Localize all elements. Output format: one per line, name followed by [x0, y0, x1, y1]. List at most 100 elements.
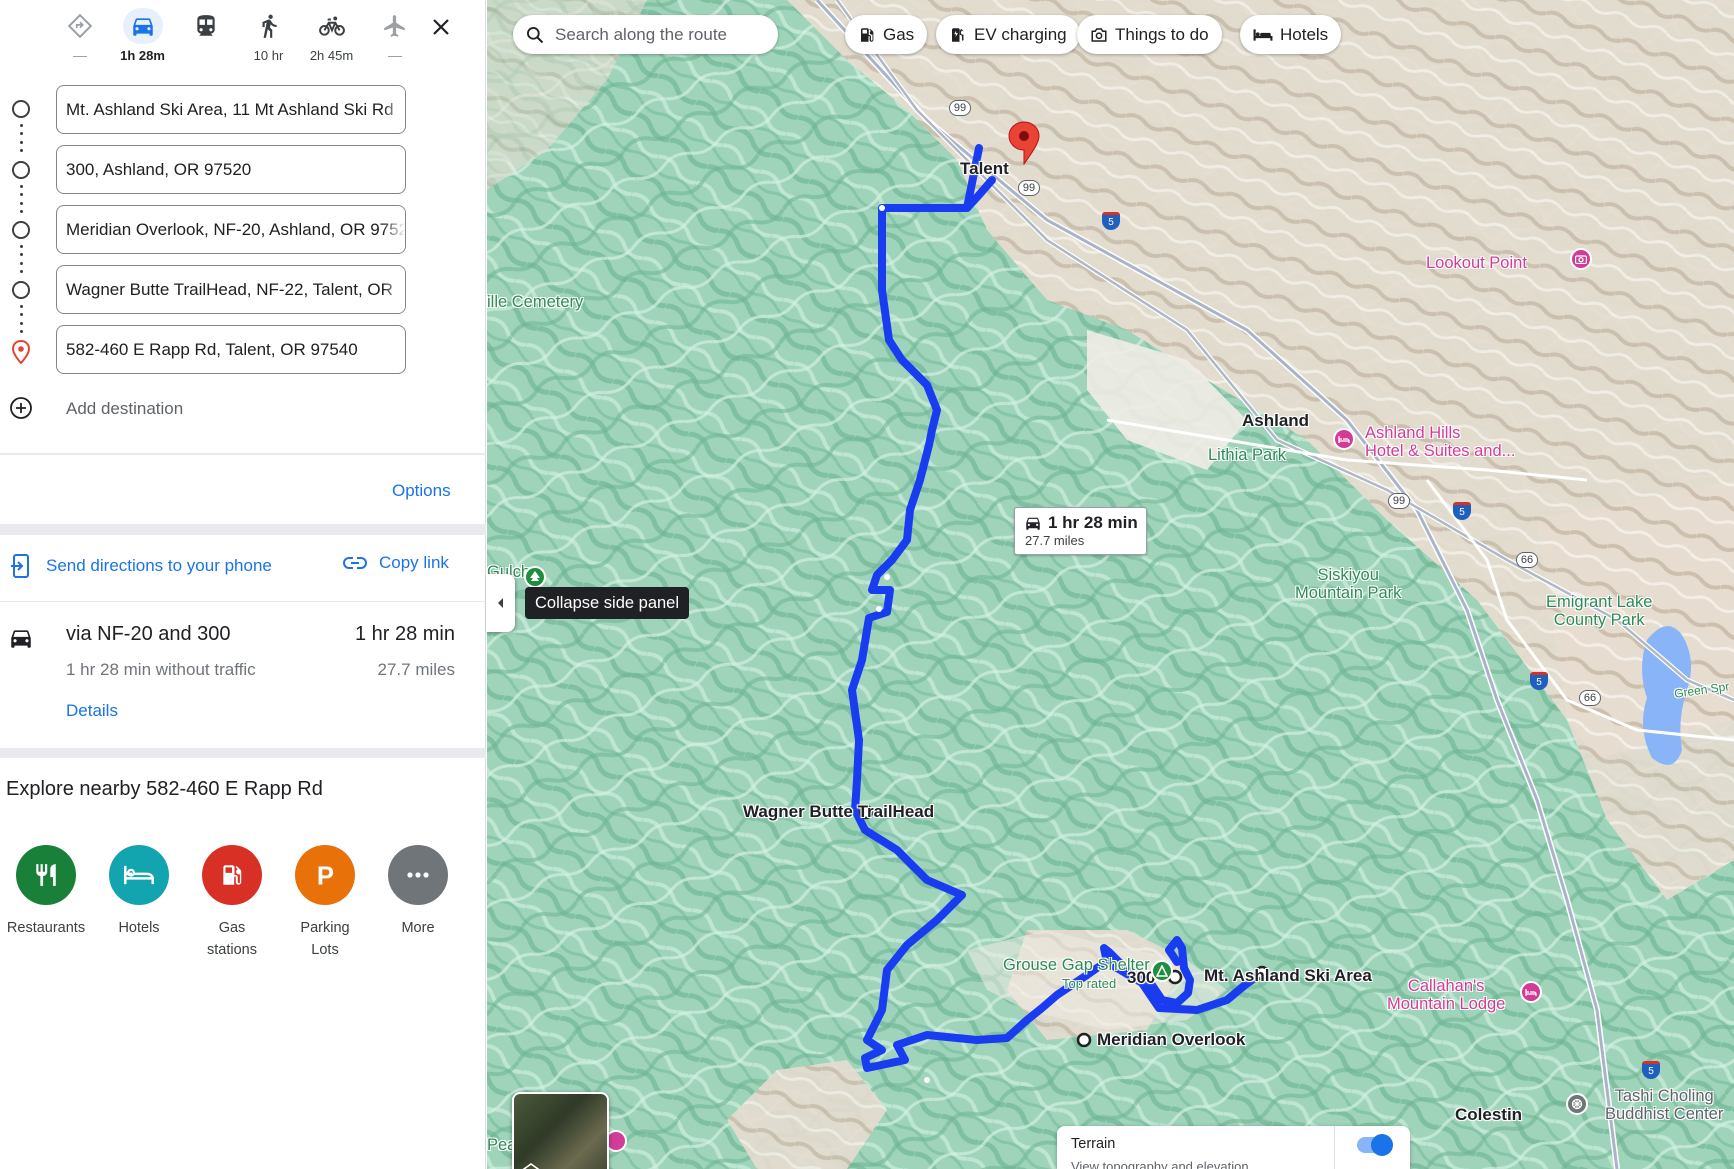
camera-icon — [1091, 27, 1107, 42]
destination-pin-icon — [11, 340, 31, 364]
category-hotels[interactable]: Hotels — [93, 845, 185, 939]
map-label-colestin[interactable]: Colestin — [1455, 1105, 1522, 1125]
hotel-icon[interactable] — [1333, 428, 1355, 450]
route-no-traffic: 1 hr 28 min without traffic — [66, 660, 256, 679]
search-along-route-input[interactable]: Search along the route — [513, 15, 778, 54]
interstate-5-shield: 5 — [1530, 672, 1548, 690]
chip-gas-label: Gas — [883, 24, 915, 44]
destination-input[interactable]: 582-460 E Rapp Rd, Talent, OR 97540 — [56, 325, 406, 374]
section-divider — [0, 748, 486, 758]
stop-2-input[interactable]: 300, Ashland, OR 97520 — [56, 145, 406, 194]
chip-hotels-label: Hotels — [1280, 24, 1329, 44]
interstate-5-shield: 5 — [1642, 1061, 1660, 1079]
map-label-ashland[interactable]: Ashland — [1242, 411, 1309, 431]
park-tree-icon[interactable] — [524, 566, 546, 588]
highway-99-shield: 99 — [1018, 180, 1040, 196]
category-more[interactable]: More — [372, 845, 464, 939]
copy-link-button[interactable]: Copy link — [343, 553, 449, 573]
search-placeholder: Search along the route — [555, 24, 728, 44]
poi-tashi-choling[interactable]: Tashi Choling Buddhist Center — [1605, 1087, 1723, 1123]
category-restaurants[interactable]: Restaurants — [0, 845, 92, 939]
driving-time: 1h 28m — [120, 48, 165, 63]
walking-time: 10 hr — [253, 48, 284, 63]
options-button[interactable]: Options — [392, 481, 451, 501]
chip-hotels[interactable]: Hotels — [1240, 15, 1342, 54]
mode-walking[interactable]: 10 hr — [237, 8, 300, 68]
map-label-wagner-butte[interactable]: Wagner Butte TrailHead — [743, 802, 934, 822]
terrain-toggle[interactable] — [1357, 1134, 1393, 1156]
directions-panel: 1h 28m 10 hr 2h 45m Mt. Ashland Ski Area… — [0, 0, 486, 1169]
stop-3-input[interactable]: Meridian Overlook, NF-20, Ashland, OR 97… — [56, 205, 406, 254]
walking-icon — [262, 14, 277, 38]
stop-4-input[interactable]: Wagner Butte TrailHead, NF-22, Talent, O… — [56, 265, 406, 314]
religious-icon[interactable] — [1566, 1093, 1588, 1115]
terrain-map — [487, 0, 1734, 1169]
car-icon — [132, 18, 153, 36]
explore-nearby-title: Explore nearby 582-460 E Rapp Rd — [6, 778, 323, 800]
category-parking[interactable]: P Parking Lots — [279, 845, 371, 961]
ev-charging-icon — [952, 27, 964, 42]
flight-icon — [383, 15, 405, 37]
stop-4-icon — [12, 281, 30, 299]
search-icon — [527, 26, 544, 43]
send-to-phone-button[interactable]: Send directions to your phone — [10, 553, 272, 579]
link-icon — [343, 557, 367, 569]
layers-toggle-button[interactable] — [512, 1092, 609, 1169]
cycling-time: 2h 45m — [309, 48, 354, 63]
map-canvas[interactable]: 99 99 99 66 66 5 5 5 5 Talent Ashland Wa… — [487, 0, 1734, 1169]
poi-siskiyou-mountain-park[interactable]: Siskiyou Mountain Park — [1295, 566, 1401, 602]
stop-1-input[interactable]: Mt. Ashland Ski Area, 11 Mt Ashland Ski … — [56, 85, 406, 134]
highway-66-shield: 66 — [1516, 552, 1538, 568]
car-icon — [11, 630, 31, 648]
destination-value: 582-460 E Rapp Rd, Talent, OR 97540 — [66, 340, 358, 359]
send-to-phone-label: Send directions to your phone — [46, 556, 272, 575]
mode-cycling[interactable]: 2h 45m — [300, 8, 363, 68]
chip-ev-label: EV charging — [974, 24, 1067, 44]
chevron-left-icon — [497, 598, 503, 608]
terrain-description: View topography and elevation — [1071, 1159, 1249, 1169]
callout-time: 1 hr 28 min — [1048, 513, 1138, 532]
poi-grouse-gap-shelter[interactable]: Grouse Gap Shelter — [1003, 956, 1150, 974]
map-label-meridian-overlook[interactable]: Meridian Overlook — [1097, 1030, 1245, 1050]
poi-lookout-point[interactable]: Lookout Point — [1426, 254, 1527, 272]
poi-cemetery[interactable]: ille Cemetery — [487, 293, 583, 311]
poi-callahans-lodge[interactable]: Callahan's Mountain Lodge — [1387, 977, 1505, 1013]
map-label-mt-ashland-ski[interactable]: Mt. Ashland Ski Area — [1204, 966, 1372, 986]
poi-grouse-gap-rating: Top rated — [1062, 976, 1117, 991]
mode-flights[interactable] — [363, 8, 426, 68]
svg-text:P: P — [317, 862, 334, 889]
camera-icon[interactable] — [1570, 248, 1592, 270]
highway-66-shield: 66 — [1579, 690, 1601, 706]
terrain-label: Terrain — [1071, 1136, 1116, 1152]
chip-gas[interactable]: Gas — [845, 15, 928, 54]
poi-emigrant-lake[interactable]: Emigrant Lake County Park — [1546, 593, 1652, 629]
chip-things-label: Things to do — [1115, 24, 1209, 44]
highway-99-shield: 99 — [949, 100, 971, 116]
add-destination-button[interactable]: Add destination — [66, 399, 183, 419]
chip-ev-charging[interactable]: EV charging — [936, 15, 1080, 54]
mode-transit[interactable] — [174, 8, 237, 68]
copy-link-label: Copy link — [379, 553, 449, 572]
gas-icon — [223, 865, 242, 885]
poi-ashland-hills-hotel[interactable]: Ashland Hills Hotel & Suites and... — [1365, 424, 1515, 460]
collapse-panel-button[interactable] — [486, 574, 515, 632]
category-gas-stations[interactable]: Gas stations — [186, 845, 278, 961]
poi-lithia-park[interactable]: Lithia Park — [1208, 446, 1286, 464]
add-circle-icon[interactable] — [9, 396, 33, 420]
close-directions-button[interactable] — [426, 12, 456, 42]
chip-things-to-do[interactable]: Things to do — [1077, 15, 1222, 54]
category-label: Parking Lots — [300, 920, 350, 958]
divider — [0, 453, 486, 455]
mode-driving[interactable]: 1h 28m — [111, 8, 174, 68]
stop-2-icon — [12, 161, 30, 179]
best-route-icon — [67, 13, 92, 39]
mode-best[interactable] — [48, 8, 111, 68]
interstate-5-shield: 5 — [1102, 212, 1120, 230]
campground-icon[interactable] — [1151, 960, 1173, 982]
route-duration-callout[interactable]: 1 hr 28 min 27.7 miles — [1014, 507, 1147, 555]
map-label-talent[interactable]: Talent — [960, 159, 1009, 179]
details-link[interactable]: Details — [66, 701, 118, 721]
send-to-phone-icon — [11, 554, 29, 578]
route-via[interactable]: via NF-20 and 300 — [66, 623, 231, 646]
hotel-icon[interactable] — [1520, 981, 1542, 1003]
